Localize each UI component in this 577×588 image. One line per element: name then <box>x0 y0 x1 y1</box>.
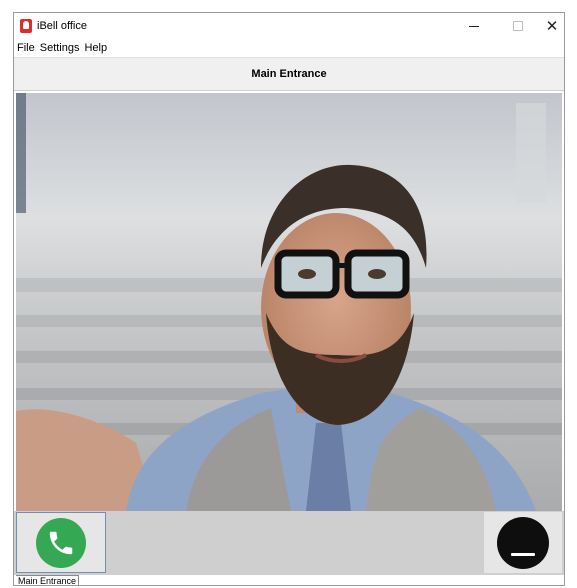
menu-file[interactable]: File <box>15 39 37 57</box>
video-feed <box>16 93 562 511</box>
status-bar: Main Entrance <box>14 575 564 585</box>
title-bar: iBell office ✕ <box>14 13 564 39</box>
call-controls <box>14 511 564 575</box>
accept-circle <box>36 517 86 568</box>
hangup-button[interactable] <box>484 512 562 573</box>
minimize-icon <box>469 25 479 27</box>
answer-call-button[interactable] <box>16 512 106 573</box>
status-tab-main-entrance[interactable]: Main Entrance <box>16 575 80 585</box>
menu-help[interactable]: Help <box>82 39 109 57</box>
app-window: iBell office ✕ File Settings Help Main Ent… <box>13 12 565 586</box>
door-title: Main Entrance <box>14 57 564 91</box>
close-button[interactable]: ✕ <box>530 13 564 39</box>
window-title: iBell office <box>37 20 87 32</box>
video-frame-illustration <box>16 93 562 511</box>
hangup-icon <box>497 516 549 569</box>
maximize-icon <box>513 21 523 31</box>
close-icon: ✕ <box>545 17 559 35</box>
menu-bar: File Settings Help <box>14 39 564 57</box>
phone-icon <box>49 531 73 554</box>
menu-settings[interactable]: Settings <box>38 39 82 57</box>
bell-app-icon <box>20 19 32 33</box>
minimize-button[interactable] <box>452 13 496 39</box>
